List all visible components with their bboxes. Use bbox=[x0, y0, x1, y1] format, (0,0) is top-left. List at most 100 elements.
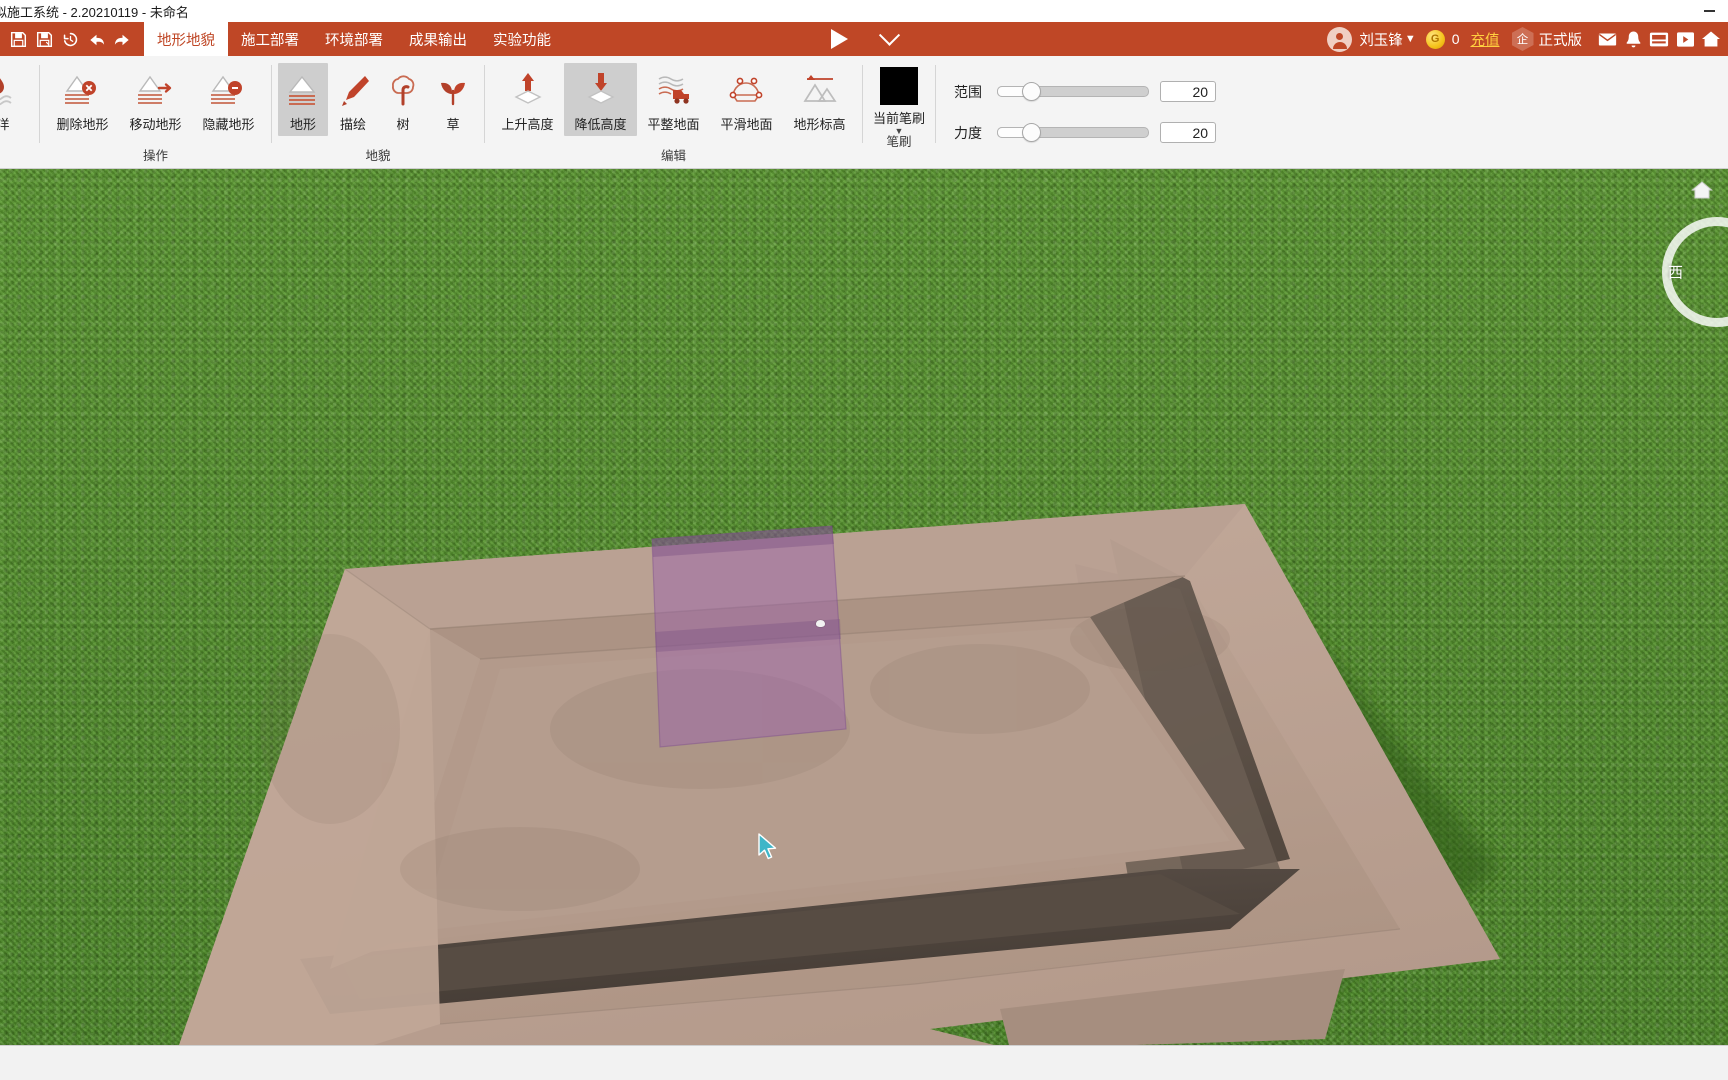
ribbon-item-label: 删除地形 bbox=[56, 117, 109, 132]
slider-row-range: 范围 20 bbox=[954, 81, 1217, 102]
terrain-icon bbox=[283, 67, 323, 112]
ribbon-item-label: 草 bbox=[446, 117, 460, 132]
tab-地形地貌[interactable]: 地形地貌 bbox=[144, 22, 228, 56]
brush-parameter-sliders: 范围 20 力度 20 bbox=[936, 56, 1234, 168]
ribbon-item-label: 隐藏地形 bbox=[202, 117, 255, 132]
raise-height-icon bbox=[507, 67, 549, 112]
3d-viewport[interactable]: 西 bbox=[0, 169, 1728, 1045]
edition-label: 正式版 bbox=[1538, 32, 1583, 49]
ribbon-group-operations: 删除地形 移动地形 隐藏地形 操作 bbox=[40, 56, 271, 168]
account-caret-icon[interactable]: ▼ bbox=[1405, 33, 1416, 45]
brush-dropdown-caret-icon[interactable]: ▼ bbox=[895, 127, 904, 136]
ribbon-group-brush: 当前笔刷 ▼ 笔刷 bbox=[863, 56, 935, 168]
strength-slider-handle[interactable] bbox=[1022, 123, 1042, 142]
lower-height-icon bbox=[580, 67, 622, 112]
home-icon[interactable] bbox=[1698, 26, 1724, 52]
ribbon-item-海洋[interactable]: 海洋 bbox=[0, 63, 33, 136]
terrain-marker bbox=[816, 620, 825, 627]
ribbon-group-label: 笔刷 bbox=[886, 135, 912, 149]
coin-balance: 0 bbox=[1451, 31, 1460, 47]
paint-icon bbox=[333, 67, 373, 112]
tab-施工部署[interactable]: 施工部署 bbox=[228, 22, 312, 56]
brush-selection-overlay bbox=[651, 525, 847, 748]
save-icon[interactable] bbox=[6, 26, 30, 52]
minimize-button[interactable] bbox=[1694, 0, 1724, 22]
mail-icon[interactable] bbox=[1594, 26, 1620, 52]
strength-value-input[interactable]: 20 bbox=[1160, 122, 1217, 143]
ribbon-item-label: 平整地面 bbox=[647, 117, 700, 132]
ribbon-item-label: 地形 bbox=[289, 117, 316, 132]
quick-access-toolbar bbox=[0, 22, 134, 56]
ribbon-item-地形标高[interactable]: 地形标高 bbox=[783, 63, 856, 136]
ribbon-item-降低高度[interactable]: 降低高度 bbox=[564, 63, 637, 136]
window-title: 拟施工系统 - 2.20210119 - 未命名 bbox=[0, 4, 189, 20]
status-bar bbox=[0, 1045, 1728, 1080]
undo-icon[interactable] bbox=[84, 26, 108, 52]
ribbon-tab-bar: 地形地貌 施工部署 环境部署 成果输出 实验功能 刘玉锋 ▼ G 0 充值 企 … bbox=[0, 22, 1728, 56]
recharge-link[interactable]: 充值 bbox=[1471, 29, 1500, 50]
save-as-icon[interactable] bbox=[32, 26, 56, 52]
hide-terrain-icon bbox=[208, 67, 250, 112]
application-window: 拟施工系统 - 2.20210119 - 未命名 地形地貌 施工部署 环境部署 … bbox=[0, 0, 1728, 1080]
ribbon-group-terrain-create: 海洋 bbox=[0, 56, 39, 168]
tree-icon bbox=[383, 67, 423, 112]
monitor-icon[interactable] bbox=[1646, 26, 1672, 52]
ribbon-item-label: 海洋 bbox=[0, 114, 10, 133]
tab-成果输出[interactable]: 成果输出 bbox=[396, 22, 480, 56]
grass-icon bbox=[433, 67, 473, 112]
terrain-elevation-icon bbox=[799, 67, 841, 112]
ribbon-group-label: 操作 bbox=[142, 149, 168, 163]
window-controls bbox=[1694, 0, 1724, 22]
tab-实验功能[interactable]: 实验功能 bbox=[480, 22, 564, 56]
title-bar: 拟施工系统 - 2.20210119 - 未命名 bbox=[0, 0, 1728, 22]
terrain-svg bbox=[179, 504, 1500, 1045]
ribbon-item-删除地形[interactable]: 删除地形 bbox=[46, 63, 119, 136]
navigation-compass[interactable]: 西 bbox=[1662, 217, 1728, 327]
ribbon-item-label: 平滑地面 bbox=[720, 117, 773, 132]
redo-icon[interactable] bbox=[110, 26, 134, 52]
ribbon-item-上升高度[interactable]: 上升高度 bbox=[491, 63, 564, 136]
strength-slider-label: 力度 bbox=[954, 124, 983, 141]
tab-环境部署[interactable]: 环境部署 bbox=[312, 22, 396, 56]
delete-terrain-icon bbox=[62, 67, 104, 112]
viewport-home-button[interactable] bbox=[1690, 179, 1714, 201]
ribbon-group-label: 编辑 bbox=[660, 149, 686, 163]
range-slider[interactable] bbox=[997, 82, 1150, 101]
range-slider-label: 范围 bbox=[954, 83, 983, 100]
avatar[interactable] bbox=[1327, 26, 1353, 52]
ribbon-item-label: 树 bbox=[396, 117, 410, 132]
current-brush-swatch[interactable] bbox=[880, 67, 918, 105]
slider-row-strength: 力度 20 bbox=[954, 122, 1217, 143]
ribbon-item-描绘[interactable]: 描绘 bbox=[328, 63, 378, 136]
ribbon-item-label: 上升高度 bbox=[501, 117, 554, 132]
history-icon[interactable] bbox=[58, 26, 82, 52]
compass-direction-label: 西 bbox=[1668, 264, 1684, 282]
range-value-input[interactable]: 20 bbox=[1160, 81, 1217, 102]
bell-icon[interactable] bbox=[1620, 26, 1646, 52]
ribbon-item-移动地形[interactable]: 移动地形 bbox=[119, 63, 192, 136]
ribbon-item-树[interactable]: 树 bbox=[378, 63, 428, 136]
terrain-model[interactable] bbox=[0, 169, 1728, 1045]
range-slider-handle[interactable] bbox=[1022, 82, 1042, 101]
username-label[interactable]: 刘玉锋 bbox=[1359, 29, 1403, 50]
ribbon-group-editing: 上升高度 降低高度 平整地面 平滑地面 地形标高 编辑 bbox=[485, 56, 862, 168]
edition-badge-icon: 企 bbox=[1511, 27, 1534, 51]
ribbon-group-landform: 地形 描绘 树 草 地貌 bbox=[272, 56, 484, 168]
ribbon-item-label: 降低高度 bbox=[574, 117, 627, 132]
strength-slider[interactable] bbox=[997, 123, 1150, 142]
chevron-down-icon bbox=[878, 24, 901, 46]
ribbon-item-地形[interactable]: 地形 bbox=[278, 63, 328, 136]
playback-dropdown-button[interactable] bbox=[878, 24, 901, 47]
smooth-ground-icon bbox=[725, 67, 769, 112]
ribbon-item-label: 移动地形 bbox=[129, 117, 182, 132]
ocean-icon bbox=[0, 67, 14, 112]
video-icon[interactable] bbox=[1672, 26, 1698, 52]
ribbon-item-隐藏地形[interactable]: 隐藏地形 bbox=[192, 63, 265, 136]
account-area: 刘玉锋 ▼ G 0 充值 企 正式版 bbox=[1327, 22, 1728, 56]
ribbon-item-草[interactable]: 草 bbox=[428, 63, 478, 136]
ribbon-item-label: 地形标高 bbox=[793, 117, 846, 132]
play-button[interactable] bbox=[830, 29, 848, 49]
ribbon-item-平整地面[interactable]: 平整地面 bbox=[637, 63, 710, 136]
ribbon-group-label bbox=[0, 149, 33, 168]
ribbon-item-平滑地面[interactable]: 平滑地面 bbox=[710, 63, 783, 136]
